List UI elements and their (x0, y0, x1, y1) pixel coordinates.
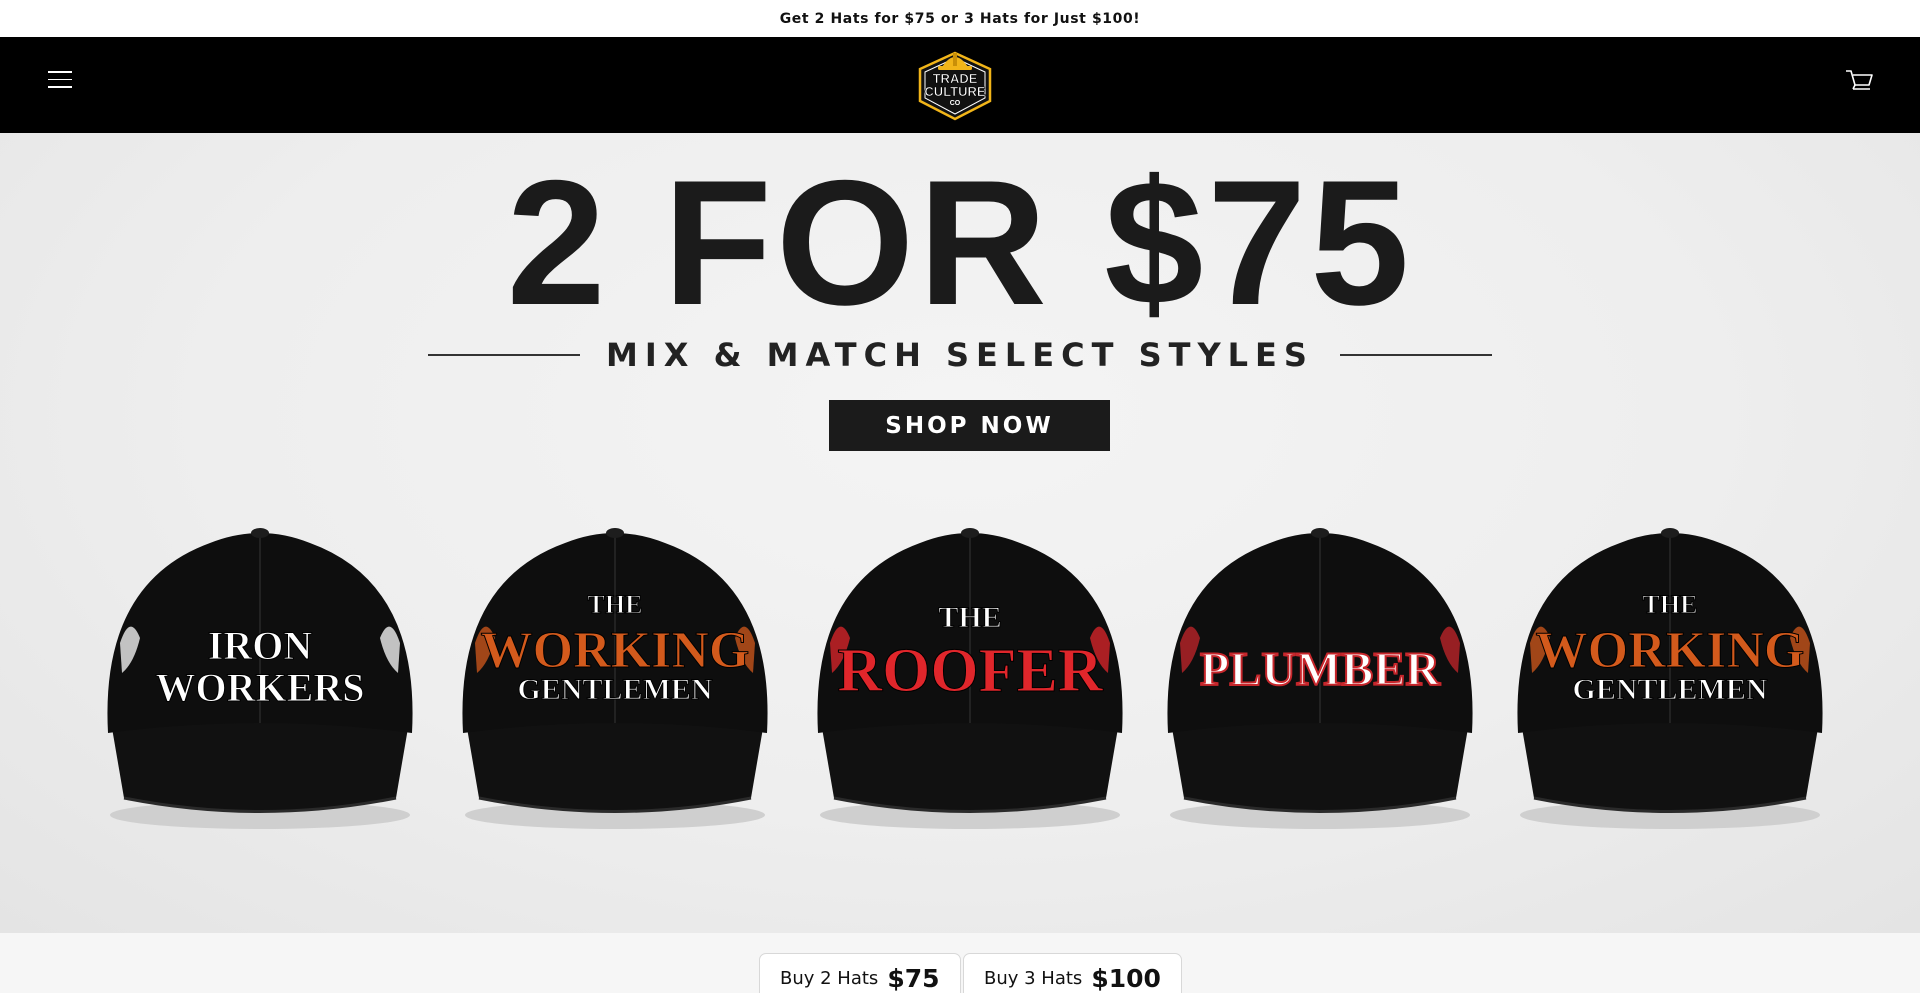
logo-line-3: CO (950, 100, 961, 107)
hat-text: GENTLEMEN (1572, 673, 1767, 706)
bundle-option-3-hats[interactable]: Buy 3 Hats $100 (963, 953, 1182, 993)
hero-subline: MIX & MATCH SELECT STYLES (0, 330, 1920, 380)
hat-lineup: IRON WORKERS THE WORKING GENTLEMEN THE ROOFER P… (0, 513, 1920, 933)
bundle-label: Buy 2 Hats (780, 967, 879, 989)
hat-text: THE (938, 601, 1001, 634)
bundle-price: $100 (1091, 963, 1161, 993)
hat-text: ROOFER (837, 637, 1103, 705)
hat-image[interactable]: THE WORKINGGENTLEMEN (1510, 513, 1830, 833)
hat-text: THE (1643, 590, 1698, 619)
bundle-label: Buy 3 Hats (984, 967, 1083, 989)
bundle-offers: Buy 2 Hats $75 Buy 3 Hats $100 (0, 933, 1920, 993)
hat-image[interactable]: IRONWORKERS (100, 513, 420, 833)
divider-left (428, 354, 581, 356)
hamburger-menu-icon[interactable] (48, 71, 72, 91)
hero-headline: 2 FOR $75 (506, 143, 1414, 342)
hat-text: IRON (208, 623, 313, 668)
hat-image[interactable]: PLUMBER (1160, 513, 1480, 833)
divider-right (1339, 354, 1492, 356)
hero-banner[interactable]: 2 FOR $75 MIX & MATCH SELECT STYLES SHOP… (0, 133, 1920, 933)
hat-image[interactable]: THE WORKINGGENTLEMEN (455, 513, 775, 833)
shop-now-button[interactable]: SHOP NOW (829, 400, 1110, 451)
announcement-text: Get 2 Hats for $75 or 3 Hats for Just $1… (779, 10, 1141, 27)
site-header: TRADE CULTURE CO (0, 37, 1920, 133)
hat-text: WORKERS (156, 665, 365, 710)
hat-text: PLUMBER (1200, 643, 1441, 696)
hat-text: WORKING (481, 622, 750, 679)
bundle-option-2-hats[interactable]: Buy 2 Hats $75 (759, 953, 961, 993)
hat-image[interactable]: THEROOFER (810, 513, 1130, 833)
hero-subline-text: MIX & MATCH SELECT STYLES (606, 336, 1314, 374)
store-logo[interactable]: TRADE CULTURE CO (914, 45, 996, 123)
hat-text: THE (588, 590, 643, 619)
announcement-bar: Get 2 Hats for $75 or 3 Hats for Just $1… (0, 0, 1920, 37)
logo-line-2: CULTURE (924, 84, 985, 99)
bundle-price: $75 (887, 963, 940, 993)
cart-icon[interactable] (1844, 67, 1874, 95)
hat-text: GENTLEMEN (517, 673, 712, 706)
hat-text: WORKING (1536, 622, 1805, 679)
